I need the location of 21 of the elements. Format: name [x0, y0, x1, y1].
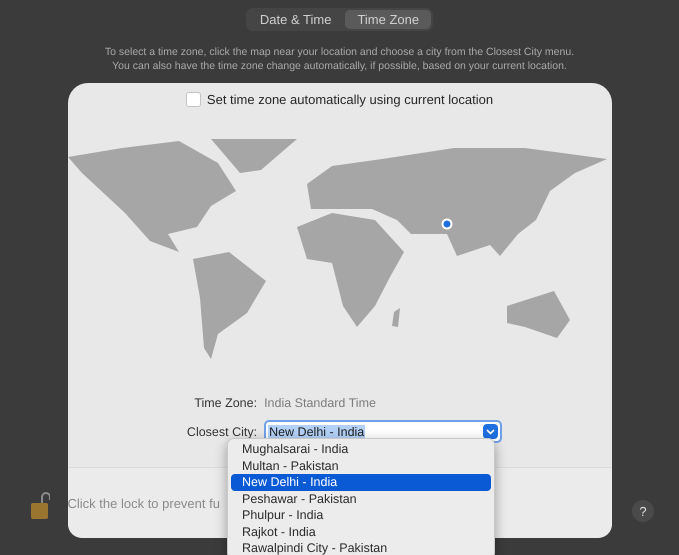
menu-item[interactable]: Rajkot - India: [231, 524, 491, 540]
tab[interactable]: Date & Time: [248, 10, 344, 29]
help-button[interactable]: ?: [632, 500, 654, 522]
menu-item[interactable]: Rawalpindi City - Pakistan: [231, 540, 491, 555]
menu-item[interactable]: Peshawar - Pakistan: [231, 490, 491, 507]
lock-text: Click the lock to prevent fu: [68, 496, 220, 510]
instructions-text: To select a time zone, click the map near your location and choose a city from the Closest City menu. You can also have the time zone change automatically, if possible, based on your current location.: [104, 45, 574, 73]
menu-item[interactable]: Mughalsarai - India: [231, 441, 491, 458]
world-map-drawing[interactable]: [68, 139, 606, 359]
field-label: Closest City:: [186, 424, 258, 438]
menu-item[interactable]: Multan - Pakistan: [231, 458, 491, 474]
lock-icon[interactable]: [30, 491, 50, 521]
checkbox-label: Set time zone automatically using current location: [206, 92, 494, 107]
time-zone-value: India Standard Time: [264, 396, 377, 410]
menu-item[interactable]: New Delhi - India: [231, 474, 491, 490]
tab[interactable]: Time Zone: [345, 10, 432, 29]
checkbox[interactable]: [186, 92, 201, 107]
location-marker-icon: [441, 218, 452, 230]
menu-item[interactable]: Phulpur - India: [231, 507, 491, 524]
chevron-down-icon: [483, 424, 498, 439]
field-label: Time Zone:: [193, 396, 258, 410]
